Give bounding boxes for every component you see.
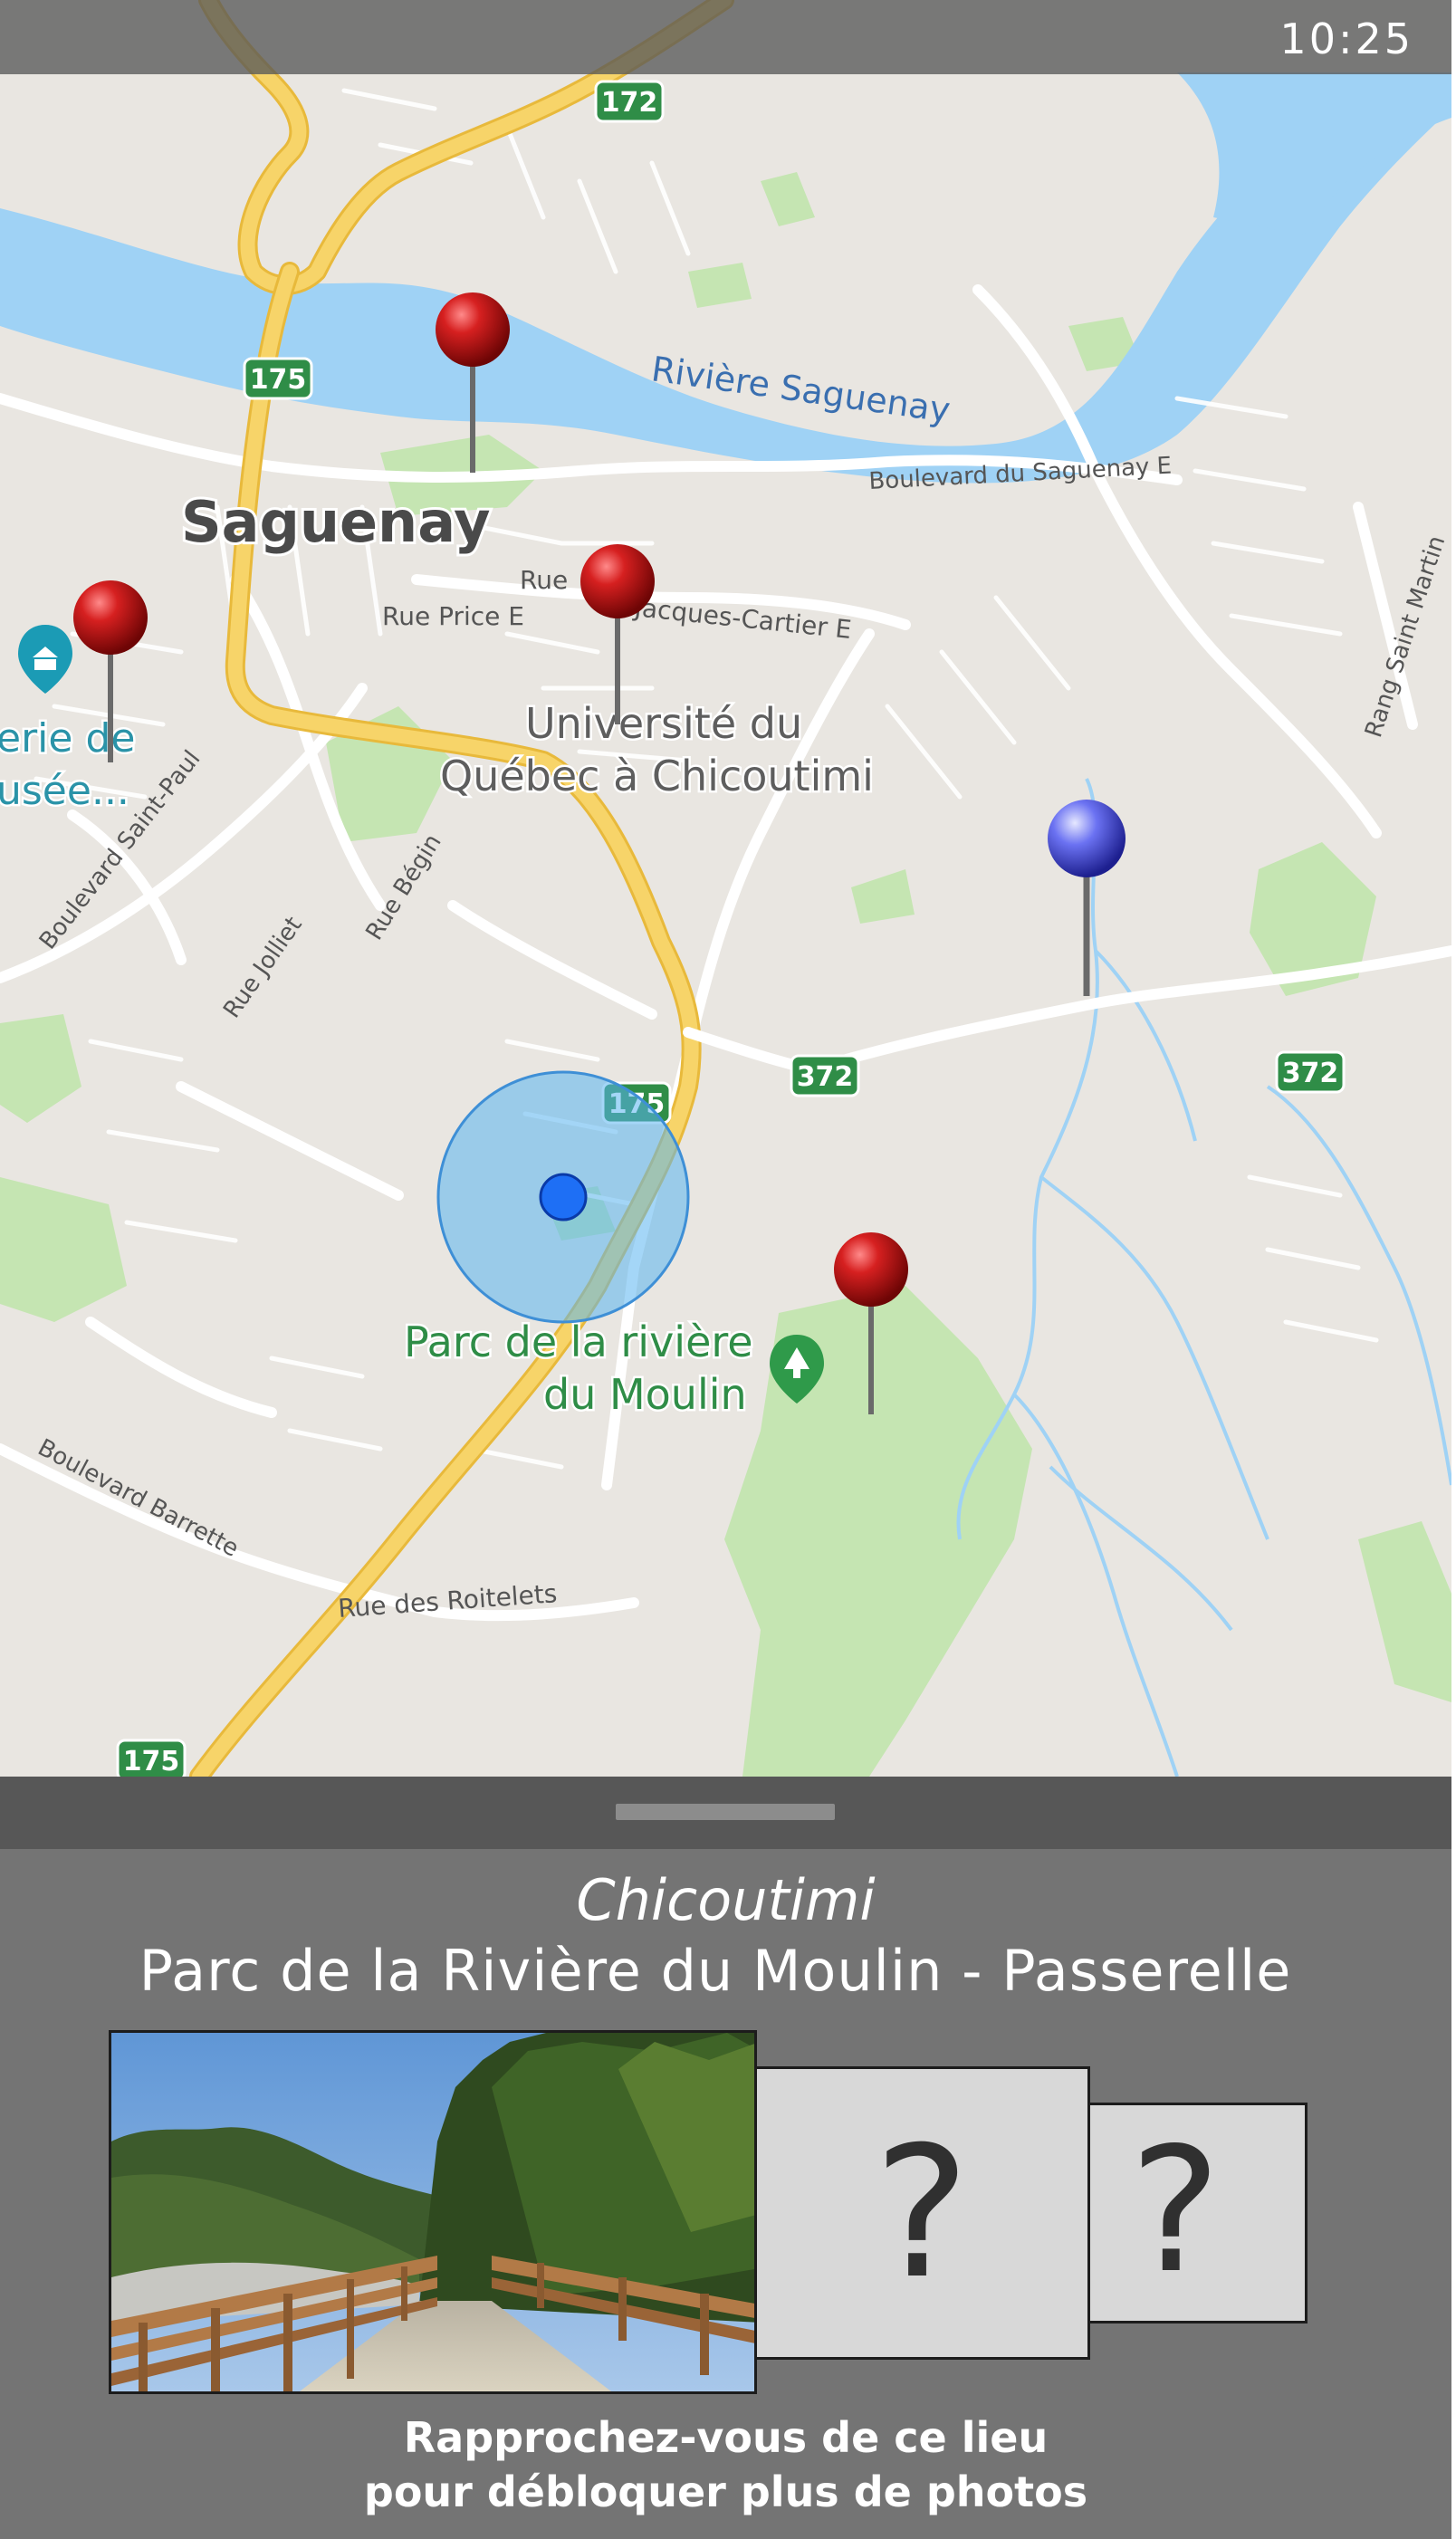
map-view[interactable]: 172 175 175 175 372 372 [0, 0, 1451, 1777]
label-rue: Rue [520, 565, 568, 595]
label-park-1: Parc de la rivière [404, 1317, 753, 1366]
label-university-2: Québec à Chicoutimi [440, 752, 874, 800]
app-screen: 172 175 175 175 372 372 [0, 0, 1451, 2539]
unlocked-photo-boardwalk[interactable] [109, 2030, 757, 2394]
label-park-2: du Moulin [543, 1370, 747, 1419]
location-city: Chicoutimi [576, 1867, 876, 1933]
status-clock: 10:25 [1279, 14, 1413, 63]
location-bottom-sheet[interactable]: Chicoutimi Parc de la Rivière du Moulin … [0, 1777, 1451, 2539]
route-shield-372: 372 [790, 1054, 860, 1097]
label-museum-1: erie de [0, 715, 135, 762]
label-rue-price: Rue Price E [382, 601, 524, 631]
label-museum-2: usée... [0, 768, 129, 814]
route-shield-172: 172 [594, 80, 665, 123]
sheet-drag-handle[interactable] [616, 1804, 835, 1820]
question-mark-icon: ? [873, 2108, 971, 2319]
sheet-header[interactable] [0, 1777, 1451, 1849]
route-shield-175: 175 [116, 1739, 187, 1777]
svg-text:175: 175 [123, 1746, 180, 1777]
svg-text:372: 372 [1282, 1058, 1339, 1089]
map-canvas[interactable]: 172 175 175 175 372 372 [0, 0, 1451, 1777]
user-location-marker [436, 1070, 690, 1324]
svg-text:372: 372 [797, 1061, 854, 1093]
svg-text:172: 172 [601, 87, 658, 119]
unlock-hint-line-1: Rapprochez-vous de ce lieu [403, 2413, 1049, 2462]
svg-text:175: 175 [250, 364, 307, 396]
status-bar: 10:25 [0, 0, 1451, 74]
unlock-hint-line-2: pour débloquer plus de photos [363, 2467, 1088, 2516]
boardwalk-photo-image [111, 2033, 754, 2391]
location-name: Parc de la Rivière du Moulin - Passerell… [139, 1938, 1292, 2004]
unlock-hint: Rapprochez-vous de ce lieu pour débloque… [0, 2410, 1451, 2519]
locked-photo-card[interactable]: ? [753, 2066, 1090, 2360]
route-shield-372: 372 [1275, 1050, 1346, 1094]
label-city: Saguenay [181, 489, 491, 555]
locked-photo-card[interactable]: ? [1079, 2103, 1308, 2323]
label-university-1: Université du [525, 699, 802, 748]
route-shield-175: 175 [243, 357, 313, 400]
